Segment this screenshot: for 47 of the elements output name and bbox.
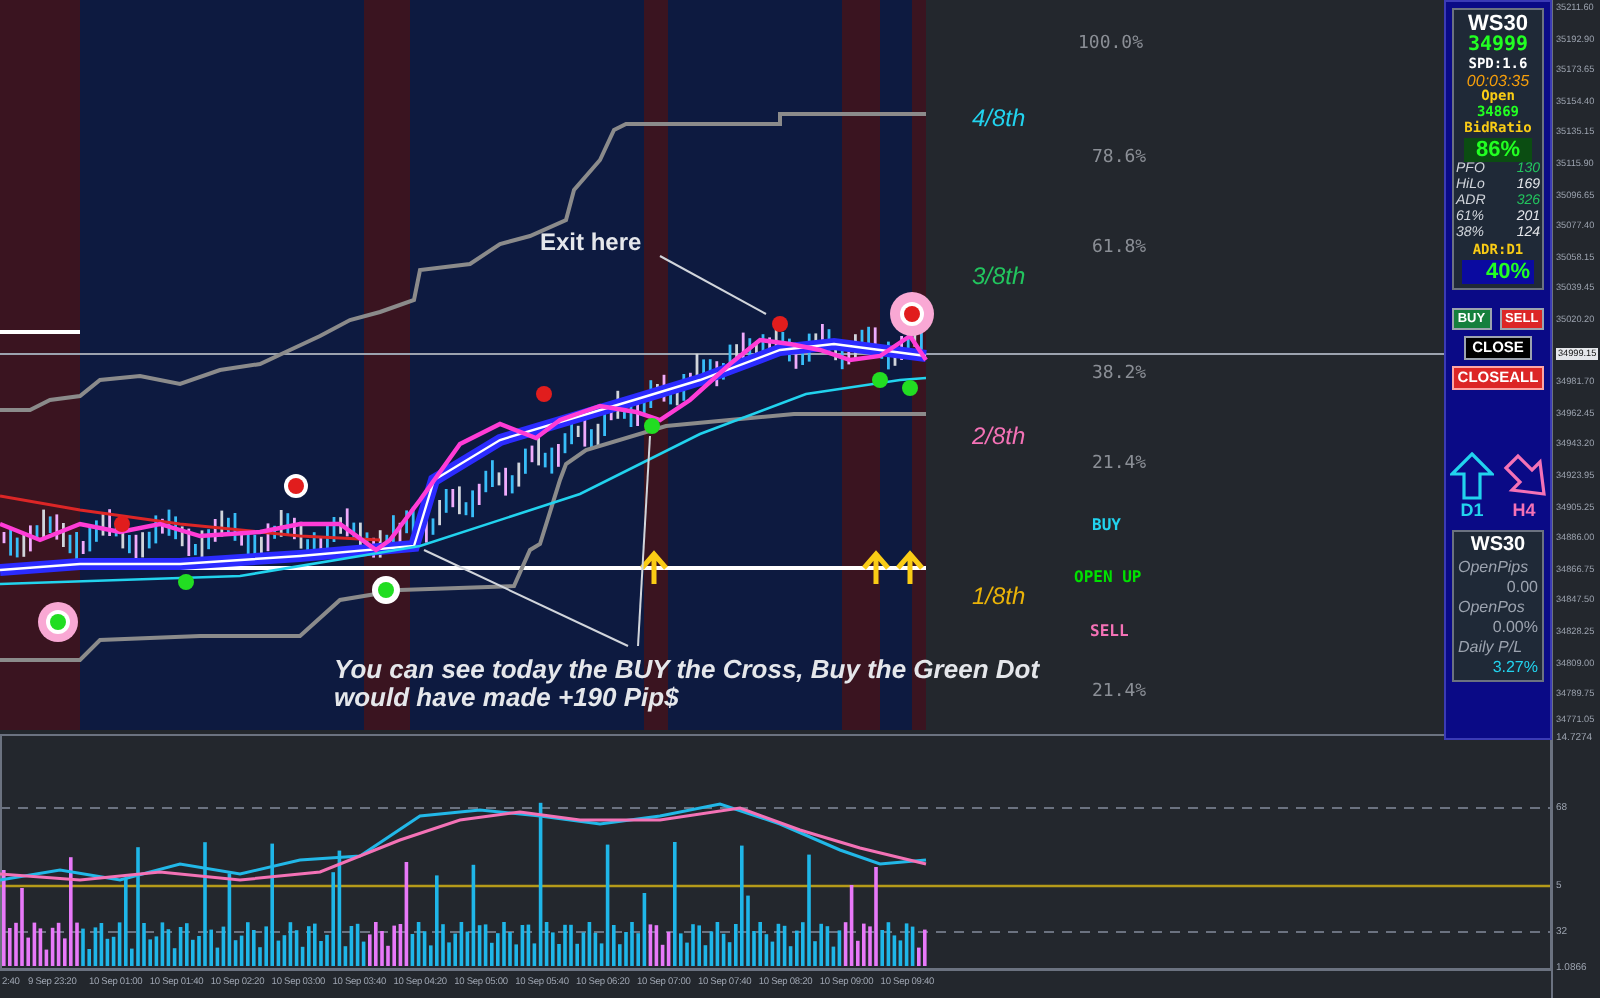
account-value: 3.27%: [1492, 658, 1538, 678]
eighth-level-label: 4/8th: [972, 102, 1026, 136]
callout-text: Exit here: [540, 226, 642, 260]
account-value: 0.00: [1506, 578, 1538, 598]
buy-signal-dot: [178, 574, 194, 590]
sell-signal-dot: [536, 386, 552, 402]
fib-level-label: 78.6%: [1092, 146, 1147, 172]
sell-signal-dot: [114, 516, 130, 532]
arrow-up-icon: [861, 550, 891, 587]
sell-signal-dot: [772, 316, 788, 332]
account-label: OpenPips: [1458, 558, 1529, 578]
price-value: 34999: [1467, 36, 1529, 56]
buy-signal-dot: [902, 380, 918, 396]
fib-level-label: 61.8%: [1092, 236, 1147, 262]
account-value: 0.00%: [1492, 618, 1538, 638]
adr-value: 40%: [1462, 260, 1534, 284]
annotation-text: You can see today the BUY the Cross, Buy the Green Dot would have made +190 Pip$: [334, 656, 1042, 712]
buy-signal-dot: [644, 418, 660, 434]
account-label: Daily P/L: [1458, 638, 1523, 658]
sell-signal-dot: [284, 474, 308, 498]
fib-level-label: 38.2%: [1092, 362, 1147, 388]
fib-level-label: 21.4%: [1092, 452, 1147, 478]
arrow-up-icon: [1450, 452, 1494, 500]
timer-value: 00:03:35: [1466, 72, 1530, 90]
target-marker: [38, 602, 78, 642]
fib-level-label: 21.4%: [1092, 680, 1147, 706]
price-level-line: [0, 330, 80, 334]
symbol-label: WS30: [1468, 12, 1528, 36]
buy-signal-dot: [872, 372, 888, 388]
arrow-up-icon: [639, 550, 669, 587]
eighth-level-label: 3/8th: [972, 260, 1026, 294]
leader-line: [659, 255, 767, 315]
target-marker: [890, 292, 934, 336]
timeframe-label: D1: [1460, 500, 1484, 520]
symbol-label: WS30: [1470, 534, 1526, 558]
eighth-level-label: 2/8th: [972, 420, 1026, 454]
signal-label: SELL: [1090, 620, 1129, 644]
buy-signal-dot: [372, 576, 400, 604]
arrow-down-right-icon: [1502, 452, 1546, 500]
signal-label: BUY: [1092, 514, 1121, 538]
account-label: OpenPos: [1458, 598, 1525, 618]
eighth-level-label: 1/8th: [972, 580, 1026, 614]
fib-level-label: 100.0%: [1078, 32, 1144, 58]
signal-label: OPEN UP: [1074, 566, 1142, 590]
timeframe-label: H4: [1512, 500, 1536, 520]
arrow-up-icon: [895, 550, 925, 587]
bid-ratio-value: 86%: [1464, 138, 1532, 162]
